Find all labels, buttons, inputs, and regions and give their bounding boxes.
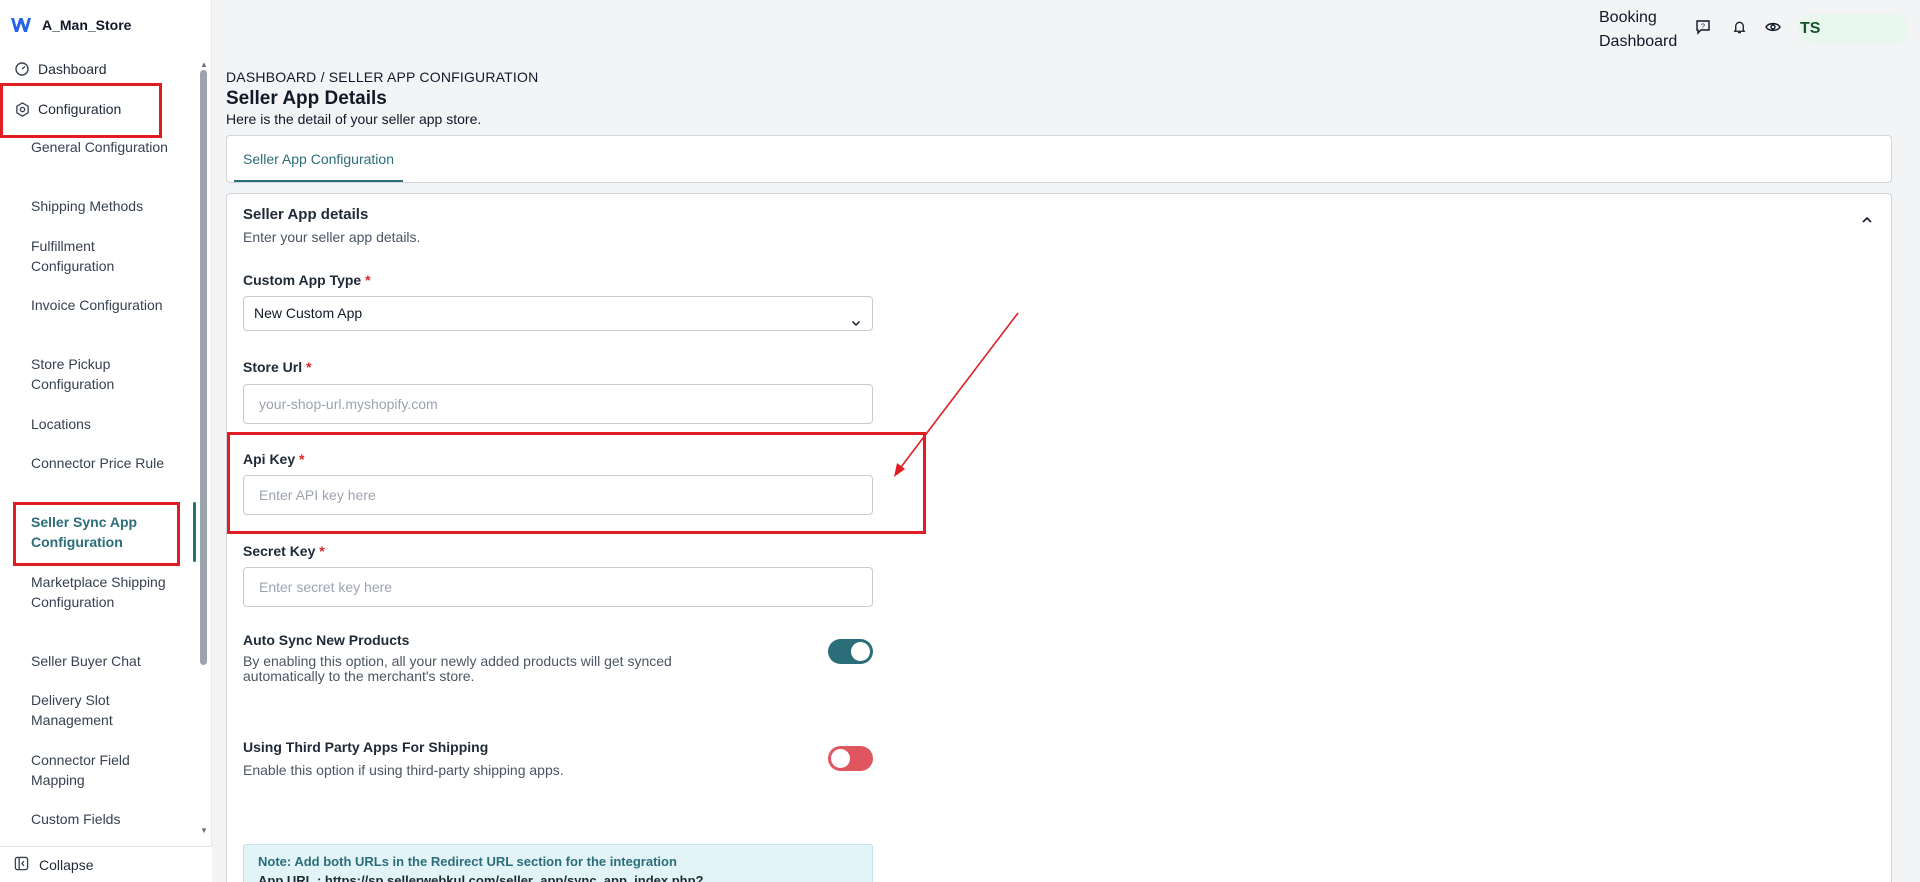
api-key-label: Api Key *: [243, 451, 304, 467]
user-avatar[interactable]: TS: [1798, 14, 1908, 44]
redirect-url-note: Note: Add both URLs in the Redirect URL …: [243, 844, 873, 882]
third-party-shipping-description: Enable this option if using third-party …: [243, 762, 564, 778]
brand-logo-icon: [10, 14, 32, 36]
sidebar-item-dashboard[interactable]: Dashboard: [14, 58, 107, 80]
gear-icon: [14, 101, 30, 117]
chevron-down-icon: [850, 308, 862, 327]
booking-line-1: Booking: [1599, 9, 1657, 26]
sidebar-item-label: Configuration: [38, 101, 122, 117]
note-title: Note: Add both URLs in the Redirect URL …: [258, 854, 677, 869]
chevron-up-icon[interactable]: [1860, 213, 1874, 227]
sidebar-item-invoice-configuration[interactable]: Invoice Configuration: [31, 295, 181, 315]
sidebar-item-configuration[interactable]: Configuration: [14, 98, 121, 120]
note-app-url: App URL : https://sp.sellerwebkul.com/se…: [258, 873, 704, 882]
auto-sync-description: By enabling this option, all your newly …: [243, 653, 672, 684]
chat-help-icon[interactable]: ?: [1694, 18, 1712, 36]
toggle-knob: [851, 642, 870, 661]
custom-app-type-select[interactable]: New Custom App: [243, 296, 873, 331]
sidebar-item-locations[interactable]: Locations: [31, 414, 181, 434]
collapse-sidebar-icon: [14, 856, 29, 874]
label-text: Store Url: [243, 359, 303, 375]
sidebar-item-shipping-methods[interactable]: Shipping Methods: [31, 196, 181, 216]
svg-text:?: ?: [1701, 24, 1705, 31]
tabs-bar: Seller App Configuration: [226, 135, 1892, 183]
custom-app-type-label: Custom App Type *: [243, 272, 371, 288]
scroll-down-arrow-icon[interactable]: ▼: [200, 826, 208, 835]
brand-name: A_Man_Store: [42, 17, 132, 33]
secret-key-input[interactable]: [243, 567, 873, 607]
dashboard-gauge-icon: [14, 61, 30, 77]
store-url-label: Store Url *: [243, 359, 311, 375]
section-subtitle: Enter your seller app details.: [243, 229, 421, 245]
eye-icon[interactable]: [1764, 18, 1782, 36]
collapse-label: Collapse: [39, 856, 94, 873]
annotation-arrow-icon: [894, 312, 1019, 477]
sidebar-item-delivery-slot-management[interactable]: Delivery Slot Management: [31, 690, 181, 730]
toggle-knob: [831, 749, 850, 768]
section-title: Seller App details: [243, 206, 369, 223]
booking-dashboard-link[interactable]: Booking Dashboard: [1599, 6, 1677, 54]
label-text: Api Key: [243, 451, 296, 467]
sidebar-item-store-pickup-configuration[interactable]: Store Pickup Configuration: [31, 354, 181, 394]
breadcrumb: DASHBOARD / SELLER APP CONFIGURATION: [226, 69, 539, 85]
required-mark: *: [299, 451, 305, 467]
third-party-shipping-title: Using Third Party Apps For Shipping: [243, 739, 489, 755]
sidebar: A_Man_Store Dashboard Configuration Gene…: [0, 0, 212, 882]
sidebar-item-marketplace-shipping-configuration[interactable]: Marketplace Shipping Configuration: [31, 572, 181, 612]
required-mark: *: [306, 359, 312, 375]
api-key-input[interactable]: [243, 475, 873, 515]
scroll-up-arrow-icon[interactable]: ▲: [200, 60, 208, 69]
brand[interactable]: A_Man_Store: [10, 12, 131, 38]
sidebar-item-seller-buyer-chat[interactable]: Seller Buyer Chat: [31, 651, 181, 671]
sidebar-scrollbar-thumb[interactable]: [200, 70, 207, 665]
auto-sync-toggle[interactable]: [828, 639, 873, 664]
booking-line-2: Dashboard: [1599, 33, 1678, 50]
sidebar-item-seller-sync-app-configuration[interactable]: Seller Sync App Configuration: [31, 512, 181, 552]
sidebar-item-custom-fields[interactable]: Custom Fields: [31, 809, 181, 829]
required-mark: *: [365, 272, 371, 288]
required-mark: *: [319, 543, 325, 559]
label-text: Secret Key: [243, 543, 316, 559]
label-text: Custom App Type: [243, 272, 362, 288]
tab-seller-app-configuration[interactable]: Seller App Configuration: [234, 136, 403, 182]
store-url-input[interactable]: [243, 384, 873, 424]
third-party-shipping-toggle[interactable]: [828, 746, 873, 771]
sidebar-item-fulfillment-configuration[interactable]: Fulfillment Configuration: [31, 236, 181, 276]
secret-key-label: Secret Key *: [243, 543, 325, 559]
sidebar-item-general-configuration[interactable]: General Configuration: [31, 137, 181, 157]
auto-sync-title: Auto Sync New Products: [243, 632, 410, 648]
sidebar-item-connector-field-mapping[interactable]: Connector Field Mapping: [31, 750, 181, 790]
bell-icon[interactable]: [1730, 18, 1748, 36]
page-title: Seller App Details: [226, 88, 387, 109]
collapse-button[interactable]: Collapse: [0, 846, 212, 882]
sidebar-item-connector-price-rule[interactable]: Connector Price Rule: [31, 453, 181, 473]
active-item-indicator: [193, 502, 196, 562]
sidebar-item-label: Dashboard: [38, 61, 107, 77]
page-subtitle: Here is the detail of your seller app st…: [226, 111, 482, 127]
select-value: New Custom App: [254, 305, 363, 321]
